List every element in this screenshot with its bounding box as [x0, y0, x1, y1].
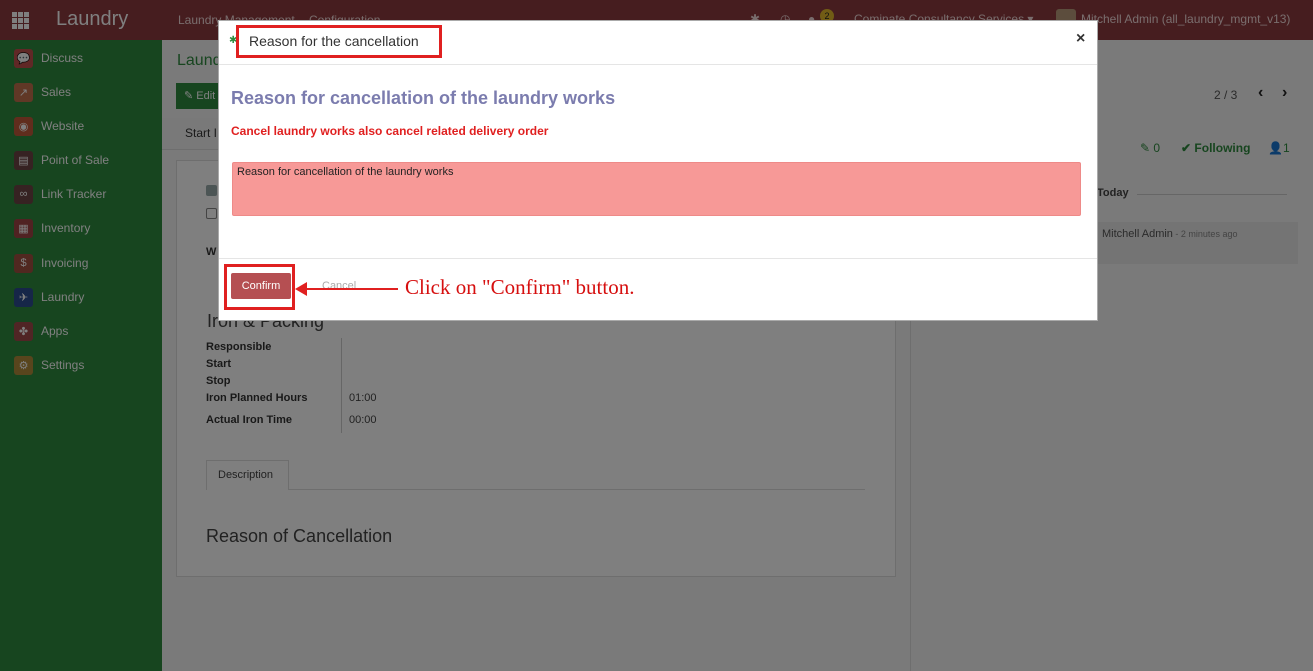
modal-footer-divider — [219, 258, 1097, 259]
cancel-button[interactable]: Cancel — [322, 280, 356, 292]
close-icon[interactable]: × — [1076, 30, 1085, 48]
warning-text: Cancel laundry works also cancel related… — [231, 124, 549, 138]
confirm-highlight-box — [224, 264, 295, 310]
reason-input[interactable] — [232, 162, 1081, 216]
annotation-arrow-head-icon — [295, 282, 307, 296]
annotation-arrow-line — [302, 288, 398, 290]
annotation-text: Click on "Confirm" button. — [405, 275, 635, 299]
dialog-heading: Reason for cancellation of the laundry w… — [231, 88, 616, 108]
title-highlight-box — [236, 25, 442, 58]
